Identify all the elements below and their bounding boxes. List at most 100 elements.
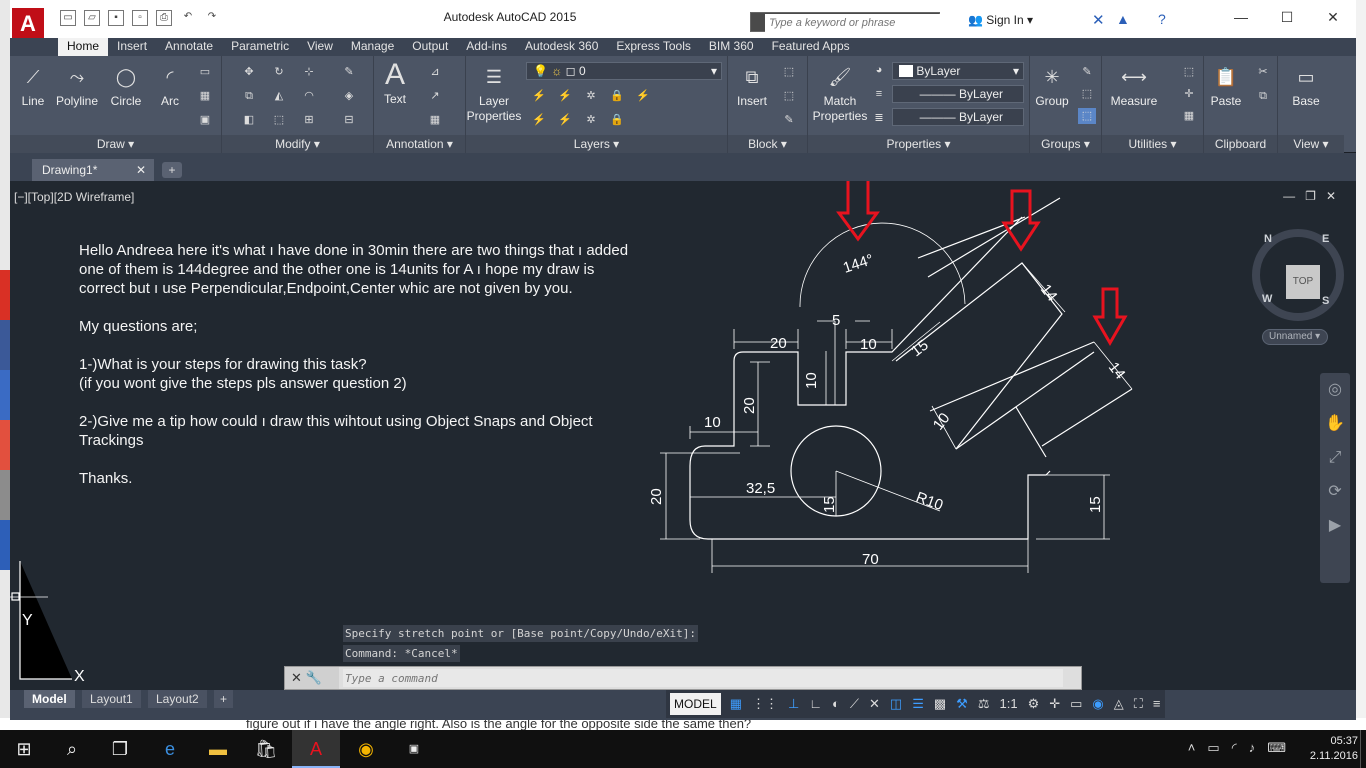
mirror-icon[interactable]: ◭ xyxy=(270,88,288,104)
tab-model[interactable]: Model xyxy=(24,690,75,708)
table-icon[interactable]: ▦ xyxy=(426,112,444,128)
hatch-icon[interactable]: ▦ xyxy=(196,88,214,104)
edit-block-icon[interactable]: ⬚ xyxy=(780,88,798,104)
isodraft-icon[interactable]: ⟋ xyxy=(845,690,864,718)
volume-icon[interactable]: ♪ xyxy=(1249,740,1256,756)
search-taskbar-icon[interactable]: ⌕ xyxy=(48,730,96,768)
tab-view[interactable]: View xyxy=(298,38,342,56)
compass-w[interactable]: W xyxy=(1262,293,1272,305)
offset-icon[interactable]: ⊟ xyxy=(340,112,358,128)
text-tool[interactable]: A Text xyxy=(378,58,412,106)
trim-icon[interactable]: ⊹ xyxy=(300,64,318,80)
help-icon[interactable]: ? xyxy=(1158,11,1166,27)
ungroup-icon[interactable]: ✎ xyxy=(1078,64,1096,80)
create-block-icon[interactable]: ⬚ xyxy=(780,64,798,80)
snap-icon[interactable]: ⋮⋮ xyxy=(747,690,783,718)
clipboard-panel-title[interactable]: Clipboard xyxy=(1204,135,1277,153)
polyline-tool[interactable]: ⤳ Polyline xyxy=(54,62,100,109)
annotation-panel-title[interactable]: Annotation ▾ xyxy=(374,135,465,153)
lineweight-icon[interactable]: ≡ xyxy=(870,86,888,102)
tab-add-ins[interactable]: Add-ins xyxy=(457,38,516,56)
tab-output[interactable]: Output xyxy=(403,38,457,56)
attribute-icon[interactable]: ✎ xyxy=(780,112,798,128)
groups-panel-title[interactable]: Groups ▾ xyxy=(1030,135,1101,153)
start-icon[interactable]: ⊞ xyxy=(0,730,48,768)
rotate-icon[interactable]: ↻ xyxy=(270,64,288,80)
calculator-icon[interactable]: ▦ xyxy=(1180,108,1198,124)
hardware-acceleration-icon[interactable]: ◬ xyxy=(1109,690,1129,718)
compass-n[interactable]: N xyxy=(1264,233,1272,245)
modify-panel-title[interactable]: Modify ▾ xyxy=(222,135,373,153)
app-taskbar-icon[interactable]: ▣ xyxy=(390,730,438,768)
measure-tool[interactable]: ⟷ Measure xyxy=(1106,62,1162,109)
array-icon[interactable]: ⊞ xyxy=(300,112,318,128)
grid-icon[interactable]: ▦ xyxy=(725,690,747,718)
color-dropdown[interactable]: ByLayer ▾ xyxy=(892,62,1024,80)
steering-wheel-icon[interactable]: ◎ xyxy=(1320,373,1350,407)
model-space-button[interactable]: MODEL xyxy=(670,693,721,715)
tab-express-tools[interactable]: Express Tools xyxy=(607,38,699,56)
region-icon[interactable]: ▣ xyxy=(196,112,214,128)
utilities-panel-title[interactable]: Utilities ▾ xyxy=(1102,135,1203,153)
copy-clip-icon[interactable]: ⧉ xyxy=(1254,88,1272,104)
file-explorer-icon[interactable]: ▬ xyxy=(194,730,242,768)
maximize-icon[interactable]: ☐ xyxy=(1264,0,1310,34)
layer-lock-icon[interactable]: 🔒 xyxy=(608,88,626,104)
close-tab-icon[interactable]: ✕ xyxy=(136,159,146,181)
customization-icon[interactable]: ≡ xyxy=(1148,690,1166,718)
layer-dropdown[interactable]: 💡 ☼ ◻ 0 ▾ xyxy=(526,62,722,80)
lineweight-dropdown[interactable]: ——— ByLayer xyxy=(892,108,1024,126)
layer-tool-icon[interactable]: ✲ xyxy=(582,88,600,104)
zoom-icon[interactable]: ⤢ xyxy=(1320,441,1350,475)
circle-tool[interactable]: ◯ Circle xyxy=(108,62,144,109)
point-icon[interactable]: ✛ xyxy=(1180,86,1198,102)
layer-tool-icon[interactable]: ✲ xyxy=(582,112,600,128)
technical-drawing[interactable]: 144° 5 20 10 10 20 10 20 32,5 15 R10 15 … xyxy=(10,181,1356,690)
a360-icon[interactable]: ▲ xyxy=(1116,11,1130,27)
scale-icon[interactable]: ⬚ xyxy=(270,112,288,128)
color-wheel-icon[interactable]: ◕ xyxy=(870,62,888,78)
view-panel-title[interactable]: View ▾ xyxy=(1278,135,1344,153)
layers-panel-title[interactable]: Layers ▾ xyxy=(466,135,727,153)
cut-icon[interactable]: ✂ xyxy=(1254,64,1272,80)
tab-insert[interactable]: Insert xyxy=(108,38,156,56)
tab-parametric[interactable]: Parametric xyxy=(222,38,298,56)
rectangle-icon[interactable]: ▭ xyxy=(196,64,214,80)
customize-icon[interactable]: 🔧 xyxy=(306,670,322,685)
base-tool[interactable]: ▭ Base xyxy=(1286,62,1326,109)
task-view-icon[interactable]: ❐ xyxy=(96,730,144,768)
paste-tool[interactable]: 📋 Paste xyxy=(1206,62,1246,109)
erase-icon[interactable]: ✎ xyxy=(340,64,358,80)
ortho-icon[interactable]: ∟ xyxy=(804,690,827,718)
annotation-scale-icon[interactable]: ⚖ xyxy=(973,690,995,718)
lineweight-toggle-icon[interactable]: ☰ xyxy=(907,690,929,718)
drawing-area[interactable]: [−][Top][2D Wireframe] — ❐ ✕ Hello Andre… xyxy=(10,181,1356,690)
keyboard-icon[interactable]: ⌨ xyxy=(1267,740,1286,756)
close-icon[interactable]: ✕ xyxy=(1310,0,1356,34)
linetype-dropdown[interactable]: ——— ByLayer xyxy=(892,85,1024,103)
group-edit-icon[interactable]: ⬚ xyxy=(1078,86,1096,102)
quick-select-icon[interactable]: ⬚ xyxy=(1180,64,1198,80)
clean-screen-icon[interactable]: ⛶ xyxy=(1129,690,1148,718)
workspace-gear-icon[interactable]: ⚙ xyxy=(1023,690,1045,718)
search-input[interactable] xyxy=(765,14,940,32)
layer-lock-icon[interactable]: 🔒 xyxy=(608,112,626,128)
showmotion-icon[interactable]: ▶ xyxy=(1320,509,1350,543)
tab-autodesk-360[interactable]: Autodesk 360 xyxy=(516,38,607,56)
annotation-visibility-icon[interactable]: ⚒ xyxy=(951,690,973,718)
annotation-scale-label[interactable]: 1:1 xyxy=(994,690,1022,718)
insert-tool[interactable]: ⧉ Insert xyxy=(732,62,772,109)
match-properties-tool[interactable]: 🖌 Match Properties xyxy=(812,62,868,124)
close-icon[interactable]: ✕ xyxy=(291,670,302,685)
edge-icon[interactable]: e xyxy=(146,730,194,768)
clock[interactable]: 05:37 2.11.2016 xyxy=(1310,734,1358,764)
tab-home[interactable]: Home xyxy=(58,38,109,56)
command-input[interactable] xyxy=(343,669,1063,687)
infer-icon[interactable]: ⊥ xyxy=(783,690,804,718)
network-icon[interactable]: ▭ xyxy=(1207,740,1219,756)
osnap-tracking-icon[interactable]: ✕ xyxy=(864,690,885,718)
layer-tool-icon[interactable]: ⚡ xyxy=(556,88,574,104)
autocad-taskbar-icon[interactable]: A xyxy=(292,730,340,768)
layer-properties-tool[interactable]: ☰ Layer Properties xyxy=(466,62,522,124)
list-icon[interactable]: ≣ xyxy=(870,110,888,126)
